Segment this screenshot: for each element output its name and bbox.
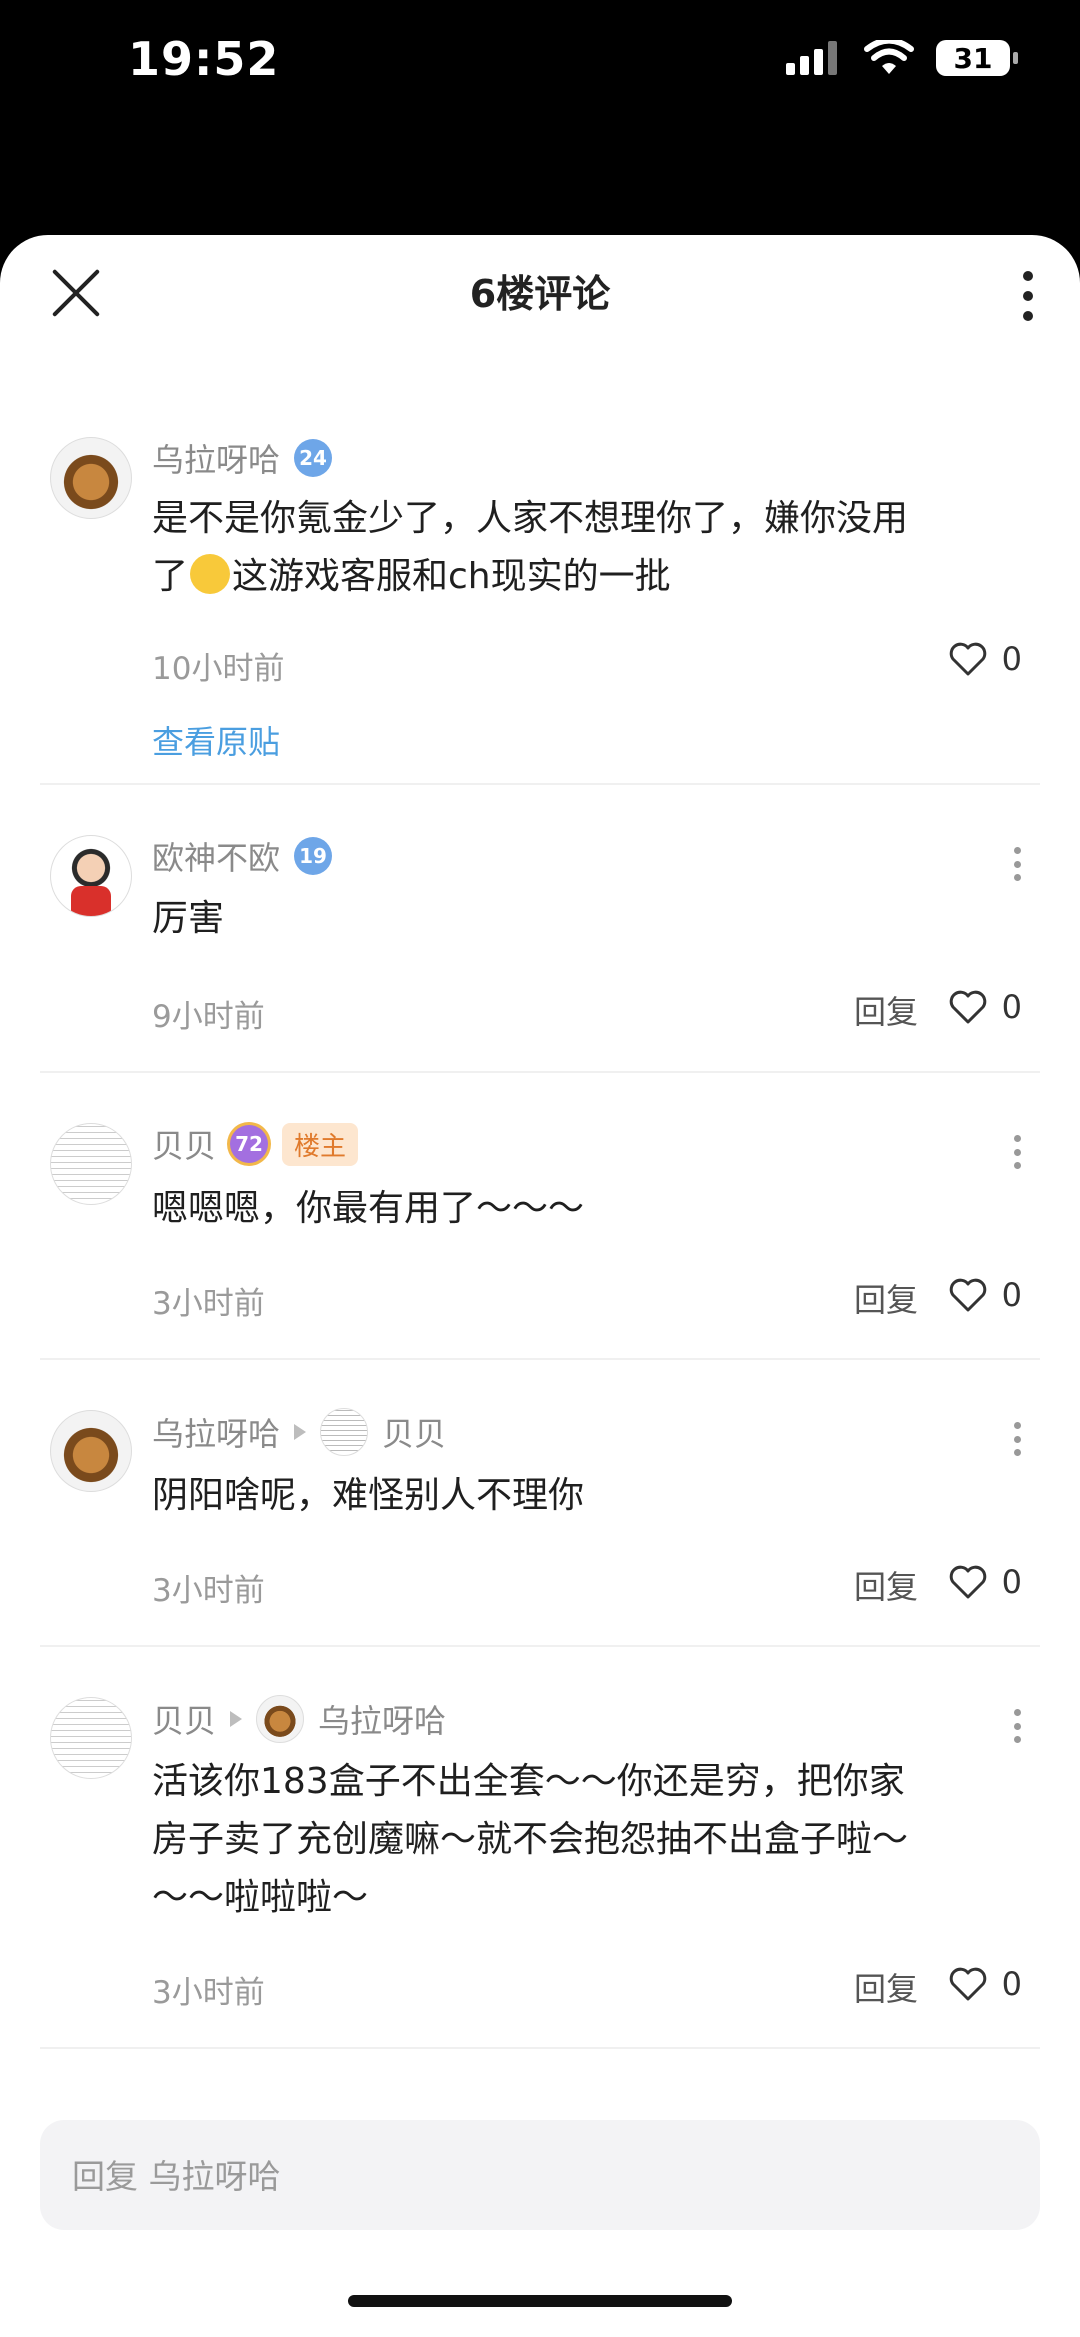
reply-to-name[interactable]: 贝贝 [382,1409,446,1455]
comment-more-icon[interactable] [1012,1422,1022,1456]
comment-text: 厉害 [152,898,225,939]
page-title: 6楼评论 [469,272,611,316]
divider [40,1645,1040,1647]
divider [40,1071,1040,1073]
sheet-header: 6楼评论 [0,235,1080,355]
avatar[interactable] [50,437,132,519]
comment-text: 是不是你氪金少了，人家不想理你了，嫌你没用 了这游戏客服和ch现实的一批 [152,498,909,597]
comment-author-row: 乌拉呀哈 24 [152,435,333,481]
avatar[interactable] [50,835,132,917]
divider [40,1358,1040,1360]
reply-button[interactable]: 回复 [854,987,918,1033]
reply-arrow-icon [294,1424,307,1440]
avatar[interactable] [50,1410,132,1492]
author-name[interactable]: 乌拉呀哈 [152,435,280,481]
comment-text: 阴阳啥呢，难怪别人不理你 [152,1475,585,1516]
level-badge: 24 [294,439,333,477]
status-time: 19:52 [128,32,280,86]
like-button[interactable]: 0 [948,1562,1022,1602]
reply-input-bar [40,2120,1040,2232]
comment-author-row: 欧神不欧 19 [152,833,333,879]
author-name[interactable]: 欧神不欧 [152,833,280,879]
view-original-post-link[interactable]: 查看原贴 [152,717,280,763]
comment-author-row: 乌拉呀哈 贝贝 [152,1408,446,1456]
status-icons: 31 [786,40,1018,76]
more-options-icon[interactable] [1018,271,1038,321]
comment-time: 3小时前 [152,1975,265,2011]
reply-button[interactable]: 回复 [854,1275,918,1321]
home-indicator[interactable] [348,2295,732,2307]
heart-icon [949,990,986,1024]
status-bar: 19:52 31 [0,0,1080,140]
divider [40,783,1040,785]
grin-emoji-icon [190,554,231,594]
battery-icon: 31 [936,40,1018,76]
comment-more-icon[interactable] [1012,1135,1022,1169]
avatar[interactable] [50,1697,132,1779]
like-button[interactable]: 0 [948,1964,1022,2004]
comment-time: 9小时前 [152,999,265,1035]
reply-button[interactable]: 回复 [854,1562,918,1608]
comment-time: 3小时前 [152,1286,265,1322]
comment-time: 3小时前 [152,1573,265,1609]
signal-icon [786,41,837,75]
author-name[interactable]: 贝贝 [152,1696,216,1742]
author-name[interactable]: 乌拉呀哈 [152,1409,280,1455]
like-count: 0 [1001,1965,1022,2003]
like-button[interactable]: 0 [948,987,1022,1027]
level-badge: 72 [230,1125,269,1163]
like-count: 0 [1001,1563,1022,1601]
reply-to-avatar[interactable] [320,1408,369,1456]
heart-icon [949,642,986,676]
level-badge: 19 [294,837,333,875]
comment-more-icon[interactable] [1012,1709,1022,1743]
comment-author-row: 贝贝 72 楼主 [152,1121,359,1167]
like-count: 0 [1001,1276,1022,1314]
heart-icon [949,1278,986,1312]
comments-sheet: 6楼评论 乌拉呀哈 24 是不是你氪金少了，人家不想理你了，嫌你没用 了这游戏客… [0,235,1080,2337]
wifi-icon [864,40,914,74]
comment-time: 10小时前 [152,651,285,687]
reply-button[interactable]: 回复 [854,1964,918,2010]
reply-arrow-icon [230,1711,243,1727]
like-button[interactable]: 0 [948,1275,1022,1315]
heart-icon [949,1565,986,1599]
heart-icon [949,1967,986,2001]
like-count: 0 [1001,988,1022,1026]
comment-more-icon[interactable] [1012,847,1022,881]
like-button[interactable]: 0 [948,639,1022,679]
comment-text: 活该你183盒子不出全套～～你还是穷，把你家 房子卖了充创魔嘛～就不会抱怨抽不出… [152,1761,909,1918]
divider [40,2047,1040,2049]
reply-to-name[interactable]: 乌拉呀哈 [318,1696,446,1742]
reply-input[interactable] [40,2120,974,2232]
owner-badge: 楼主 [282,1122,359,1166]
author-name[interactable]: 贝贝 [152,1121,216,1167]
like-count: 0 [1001,640,1022,678]
comment-text: 嗯嗯嗯，你最有用了～～～ [152,1188,585,1229]
avatar[interactable] [50,1123,132,1205]
comment-author-row: 贝贝 乌拉呀哈 [152,1695,446,1743]
reply-to-avatar[interactable] [256,1695,305,1743]
